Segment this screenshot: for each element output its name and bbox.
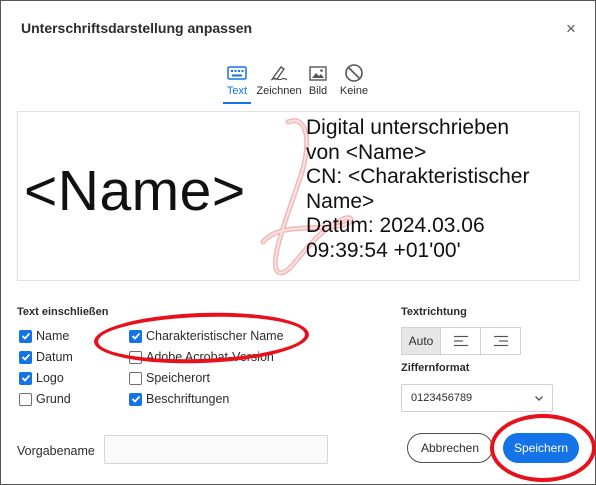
- signature-appearance-dialog: Unterschriftsdarstellung anpassen × Text…: [0, 0, 596, 485]
- mode-tabs: Text Zeichnen Bild Keine: [223, 63, 369, 97]
- number-format-label: Ziffernformat: [401, 362, 470, 374]
- checkbox-acrobat-version[interactable]: Adobe Acrobat-Version: [129, 350, 274, 364]
- tab-image-label: Bild: [308, 85, 328, 97]
- text-direction-control: Auto: [401, 327, 521, 355]
- cancel-button[interactable]: Abbrechen: [407, 433, 493, 463]
- checkbox-reason-label: Grund: [36, 392, 71, 406]
- checkbox-labels-label: Beschriftungen: [146, 392, 230, 406]
- close-icon[interactable]: ×: [563, 20, 579, 37]
- dialog-title: Unterschriftsdarstellung anpassen: [21, 20, 253, 36]
- default-name-label: Vorgabename: [17, 444, 95, 458]
- checkbox-checked-icon: [19, 329, 32, 343]
- active-tab-indicator: [223, 102, 251, 104]
- direction-right-button[interactable]: [481, 327, 521, 355]
- tab-draw[interactable]: Zeichnen: [255, 63, 303, 97]
- align-right-icon: [493, 335, 508, 347]
- checkbox-unchecked-icon: [129, 350, 142, 364]
- preview-name: <Name>: [24, 159, 246, 223]
- number-format-value: 0123456789: [411, 392, 473, 404]
- keyboard-icon: [225, 63, 249, 83]
- checkbox-checked-icon: [19, 350, 32, 364]
- default-name-input[interactable]: [104, 435, 328, 464]
- checkbox-logo[interactable]: Logo: [19, 371, 64, 385]
- checkbox-logo-label: Logo: [36, 371, 64, 385]
- signature-preview: <Name> Digital unterschrieben von <Name>…: [17, 111, 580, 281]
- pen-icon: [267, 63, 291, 83]
- include-section-label: Text einschließen: [17, 306, 109, 318]
- direction-left-button[interactable]: [441, 327, 481, 355]
- tab-text-label: Text: [226, 85, 248, 97]
- checkbox-name-label: Name: [36, 329, 70, 343]
- checkbox-acrobat-version-label: Adobe Acrobat-Version: [146, 350, 274, 364]
- checkbox-checked-icon: [129, 392, 142, 406]
- tab-draw-label: Zeichnen: [256, 85, 302, 97]
- checkbox-location[interactable]: Speicherort: [129, 371, 210, 385]
- preview-details: Digital unterschrieben von <Name> CN: <C…: [306, 116, 530, 262]
- number-format-select[interactable]: 0123456789: [401, 384, 553, 412]
- checkbox-reason[interactable]: Grund: [19, 392, 71, 406]
- checkbox-labels[interactable]: Beschriftungen: [129, 392, 229, 406]
- checkbox-unchecked-icon: [19, 392, 32, 406]
- checkbox-name[interactable]: Name: [19, 329, 69, 343]
- none-icon: [342, 63, 366, 83]
- tab-image[interactable]: Bild: [305, 63, 331, 97]
- save-button[interactable]: Speichern: [503, 433, 579, 463]
- tab-none[interactable]: Keine: [339, 63, 369, 97]
- tab-none-label: Keine: [339, 85, 369, 97]
- text-direction-label: Textrichtung: [401, 306, 467, 318]
- checkbox-distinguished-name[interactable]: Charakteristischer Name: [129, 329, 284, 343]
- checkbox-location-label: Speicherort: [146, 371, 210, 385]
- direction-auto-button[interactable]: Auto: [401, 327, 441, 355]
- checkbox-checked-icon: [129, 329, 142, 343]
- checkbox-date-label: Datum: [36, 350, 73, 364]
- tab-text[interactable]: Text: [223, 63, 251, 97]
- align-left-icon: [453, 335, 468, 347]
- checkbox-distinguished-name-label: Charakteristischer Name: [146, 329, 284, 343]
- checkbox-unchecked-icon: [129, 371, 142, 385]
- image-icon: [306, 63, 330, 83]
- checkbox-checked-icon: [19, 371, 32, 385]
- checkbox-date[interactable]: Datum: [19, 350, 73, 364]
- chevron-down-icon: [535, 396, 543, 401]
